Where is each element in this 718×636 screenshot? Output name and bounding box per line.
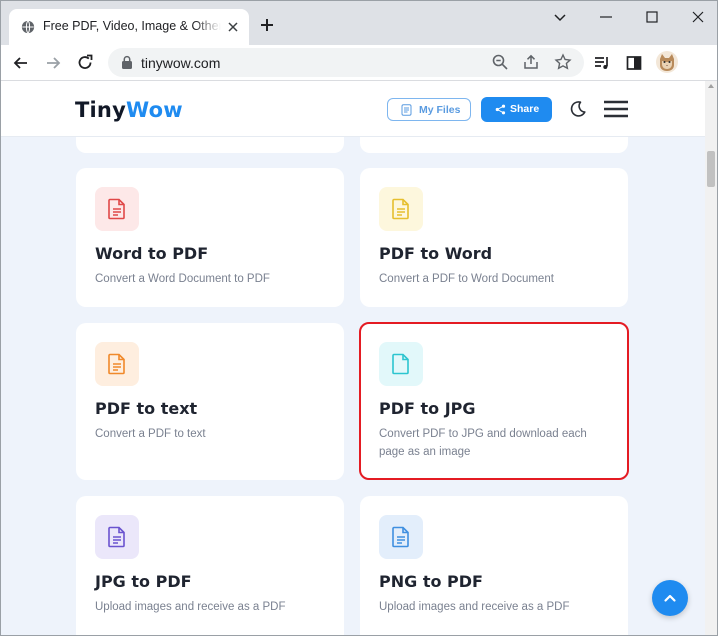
close-icon[interactable]	[226, 20, 240, 34]
zoom-icon[interactable]	[491, 53, 509, 71]
tool-card-png-to-pdf[interactable]: PNG to PDF Upload images and receive as …	[360, 496, 628, 635]
browser-tab[interactable]: Free PDF, Video, Image & Other Online To…	[9, 9, 249, 45]
tool-title: PNG to PDF	[379, 572, 483, 591]
tool-card-pdf-to-word[interactable]: PDF to Word Convert a PDF to Word Docume…	[360, 168, 628, 307]
hamburger-menu-icon[interactable]	[603, 100, 629, 118]
tool-description: Convert a PDF to text	[95, 428, 206, 440]
logo[interactable]: TinyWow	[75, 98, 183, 122]
lock-icon[interactable]	[120, 55, 134, 70]
star-icon[interactable]	[554, 53, 572, 71]
document-icon	[379, 515, 423, 559]
tool-description: Convert a Word Document to PDF	[95, 273, 270, 285]
tool-title: PDF to text	[95, 399, 198, 418]
moon-icon[interactable]	[568, 99, 588, 119]
scroll-thumb[interactable]	[707, 151, 715, 187]
my-files-button[interactable]: My Files	[387, 98, 471, 121]
reload-icon[interactable]	[75, 53, 95, 73]
document-icon	[95, 342, 139, 386]
site-header: TinyWow My Files Share	[1, 81, 705, 137]
tool-title: PDF to JPG	[379, 399, 476, 418]
globe-icon	[21, 20, 35, 34]
minimize-icon[interactable]	[596, 7, 616, 27]
tool-card-pdf-to-jpg[interactable]: PDF to JPG Convert PDF to JPG and downlo…	[359, 322, 629, 480]
browser-toolbar: tinywow.com	[1, 45, 717, 81]
address-bar[interactable]: tinywow.com	[108, 48, 584, 77]
tool-description: Upload images and receive as a PDF	[379, 601, 570, 613]
share-icon	[495, 104, 506, 115]
media-icon[interactable]	[592, 53, 612, 73]
cat-avatar-icon	[660, 54, 674, 71]
tool-title: PDF to Word	[379, 244, 493, 263]
url-text: tinywow.com	[141, 55, 221, 71]
document-icon	[95, 515, 139, 559]
chevron-down-icon[interactable]	[550, 7, 570, 27]
tool-card-pdf-to-text[interactable]: PDF to text Convert a PDF to text	[76, 323, 344, 480]
sidepanel-icon[interactable]	[624, 53, 644, 73]
back-icon[interactable]	[11, 53, 31, 73]
browser-window: Free PDF, Video, Image & Other Online To…	[0, 0, 718, 636]
tool-description: Upload images and receive as a PDF	[95, 601, 286, 613]
document-icon	[95, 187, 139, 231]
scroll-to-top-button[interactable]	[652, 580, 688, 616]
share-icon[interactable]	[522, 53, 540, 71]
maximize-icon[interactable]	[642, 7, 662, 27]
window-close-icon[interactable]	[688, 7, 708, 27]
share-label: Share	[510, 103, 540, 115]
plus-icon[interactable]	[259, 17, 275, 33]
tool-card-jpg-to-pdf[interactable]: JPG to PDF Upload images and receive as …	[76, 496, 344, 635]
tool-card-word-to-pdf[interactable]: Word to PDF Convert a Word Document to P…	[76, 168, 344, 307]
tab-strip: Free PDF, Video, Image & Other Online To…	[1, 1, 717, 45]
page-viewport: TinyWow My Files Share Word to PDF Conve…	[1, 81, 705, 635]
document-icon	[379, 187, 423, 231]
my-files-label: My Files	[419, 104, 461, 116]
arrow-up-icon	[664, 594, 676, 602]
forward-icon[interactable]	[43, 53, 63, 73]
file-icon	[401, 104, 412, 116]
tool-description: Convert a PDF to Word Document	[379, 273, 554, 285]
tab-title: Free PDF, Video, Image & Other Online To…	[43, 19, 221, 33]
tool-title: Word to PDF	[95, 244, 209, 263]
avatar[interactable]	[656, 51, 678, 73]
share-button[interactable]: Share	[481, 97, 552, 122]
tool-description: Convert PDF to JPG and download each pag…	[379, 428, 587, 458]
tool-title: JPG to PDF	[95, 572, 192, 591]
scroll-up-arrow-icon[interactable]	[707, 83, 715, 89]
blank-document-icon	[379, 342, 423, 386]
scrollbar[interactable]	[705, 81, 717, 635]
